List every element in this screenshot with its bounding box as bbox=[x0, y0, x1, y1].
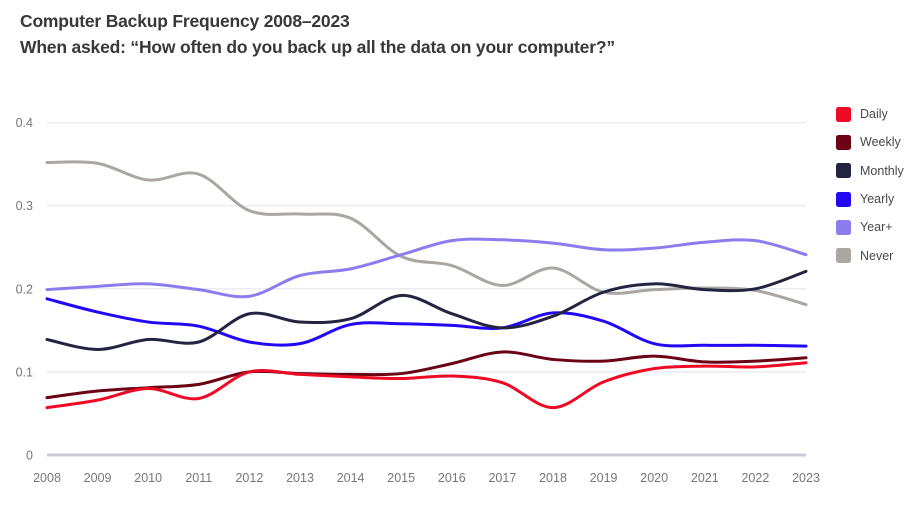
legend-item[interactable]: Never bbox=[836, 241, 915, 269]
y-axis-tick-label: 0.3 bbox=[16, 199, 33, 213]
x-axis-tick-label: 2010 bbox=[134, 471, 162, 485]
legend-item[interactable]: Year+ bbox=[836, 213, 915, 241]
line-chart-svg: 0 0.1 0.2 0.3 0.4 2008 2009 2010 2011 2012 2013 201… bbox=[16, 116, 820, 485]
x-axis-tick-label: 2020 bbox=[640, 471, 668, 485]
legend-swatch-icon bbox=[836, 248, 851, 264]
y-axis-tick-label: 0.2 bbox=[16, 282, 33, 296]
x-axis-tick-label: 2014 bbox=[337, 471, 365, 485]
x-axis-tick-label: 2012 bbox=[235, 471, 263, 485]
y-axis-tick-label: 0.4 bbox=[16, 116, 33, 130]
legend-swatch-icon bbox=[836, 191, 851, 207]
legend-item-label: Yearly bbox=[860, 192, 895, 207]
series-line-monthly bbox=[45, 269, 808, 351]
x-axis-tick-label: 2008 bbox=[33, 471, 61, 485]
x-axis-tick-label: 2019 bbox=[590, 471, 618, 485]
x-axis-tick-label: 2023 bbox=[792, 471, 820, 485]
legend-item-label: Year+ bbox=[860, 220, 893, 235]
y-axis-tick-label: 0 bbox=[26, 449, 33, 463]
legend-item-label: Never bbox=[860, 248, 894, 263]
legend-item-label: Daily bbox=[860, 107, 888, 122]
x-axis-tick-label: 2017 bbox=[488, 471, 516, 485]
legend-item[interactable]: Yearly bbox=[836, 185, 915, 213]
x-axis-tick-label: 2018 bbox=[539, 471, 567, 485]
y-axis-tick-label: 0.1 bbox=[16, 365, 33, 379]
legend-item-label: Monthly bbox=[860, 163, 904, 178]
x-axis-tick-label: 2021 bbox=[691, 471, 719, 485]
legend-swatch-icon bbox=[836, 219, 851, 235]
series-line-never bbox=[45, 160, 808, 307]
x-axis-tick-label: 2016 bbox=[438, 471, 466, 485]
x-axis-tick-label: 2013 bbox=[286, 471, 314, 485]
legend-item[interactable]: Daily bbox=[836, 100, 915, 128]
x-axis-tick-label: 2015 bbox=[387, 471, 415, 485]
legend-swatch-icon bbox=[836, 106, 851, 122]
legend-swatch-icon bbox=[836, 163, 851, 179]
legend-item[interactable]: Weekly bbox=[836, 128, 915, 156]
x-axis-tick-label: 2011 bbox=[185, 471, 212, 485]
plot-area: 0 0.1 0.2 0.3 0.4 2008 2009 2010 2011 2012 2013 201… bbox=[0, 0, 915, 508]
chart-legend: Daily Weekly Monthly Yearly Year+ Never bbox=[836, 100, 915, 270]
legend-swatch-icon bbox=[836, 134, 851, 150]
legend-item[interactable]: Monthly bbox=[836, 157, 915, 185]
legend-item-label: Weekly bbox=[860, 135, 901, 150]
chart-container: Computer Backup Frequency 2008–2023 When… bbox=[0, 0, 915, 508]
x-axis-tick-label: 2022 bbox=[741, 471, 769, 485]
x-axis-tick-label: 2009 bbox=[84, 471, 112, 485]
